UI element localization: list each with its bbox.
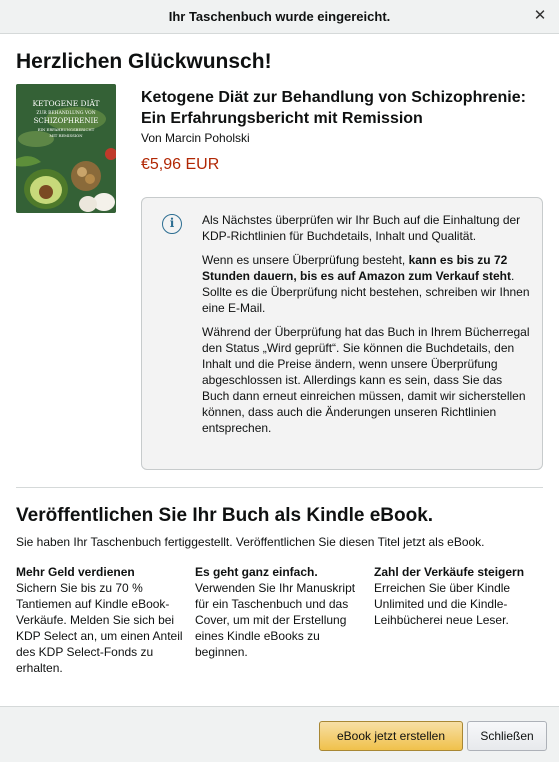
cover-title-line3: SCHIZOPHRENIE bbox=[34, 117, 99, 125]
benefit-column-earn-more: Mehr Geld verdienen Sichern Sie bis zu 7… bbox=[16, 564, 188, 676]
benefit-text: Erreichen Sie über Kindle Unlimited und … bbox=[374, 581, 511, 627]
dialog-title: Ihr Taschenbuch wurde eingereicht. bbox=[168, 9, 391, 24]
benefit-text: Verwenden Sie Ihr Manuskript für ein Tas… bbox=[195, 581, 356, 659]
info-paragraph-2: Wenn es unsere Überprüfung besteht, kann… bbox=[202, 253, 530, 315]
info-paragraph-1: Als Nächstes überprüfen wir Ihr Buch auf… bbox=[202, 213, 521, 243]
close-icon[interactable]: ✕ bbox=[531, 7, 549, 25]
review-info-text: Als Nächstes überprüfen wir Ihr Buch auf… bbox=[202, 212, 532, 444]
benefit-column-sales: Zahl der Verkäufe steigern Erreichen Sie… bbox=[374, 564, 546, 628]
benefit-text: Sichern Sie bis zu 70 % Tantiemen auf Ki… bbox=[16, 581, 183, 675]
publish-ebook-subtitle: Sie haben Ihr Taschenbuch fertiggestellt… bbox=[16, 535, 485, 549]
cover-title-line1: KETOGENE DIÄT bbox=[32, 99, 99, 108]
create-ebook-button[interactable]: eBook jetzt erstellen bbox=[319, 721, 463, 751]
cover-title-line2: ZUR BEHANDLUNG VON bbox=[36, 110, 95, 116]
section-divider bbox=[16, 487, 543, 488]
book-price: €5,96 EUR bbox=[141, 156, 220, 173]
info-icon: i bbox=[162, 214, 182, 234]
cover-title-line4: EIN ERFAHRUNGSBERICHT bbox=[38, 127, 95, 132]
dialog-header: Ihr Taschenbuch wurde eingereicht. ✕ bbox=[0, 0, 559, 34]
info-paragraph-3: Während der Überprüfung hat das Buch in … bbox=[202, 325, 530, 435]
benefit-title: Zahl der Verkäufe steigern bbox=[374, 565, 525, 579]
dialog-footer: eBook jetzt erstellen Schließen bbox=[0, 706, 559, 762]
benefit-column-easy: Es geht ganz einfach. Verwenden Sie Ihr … bbox=[195, 564, 367, 660]
book-title: Ketogene Diät zur Behandlung von Schizop… bbox=[141, 89, 526, 127]
benefit-title: Es geht ganz einfach. bbox=[195, 565, 318, 579]
publish-ebook-heading: Veröffentlichen Sie Ihr Buch als Kindle … bbox=[16, 505, 434, 526]
book-cover-image: KETOGENE DIÄT ZUR BEHANDLUNG VON SCHIZOP… bbox=[16, 84, 116, 213]
book-author: Von Marcin Poholski bbox=[141, 131, 250, 145]
benefit-title: Mehr Geld verdienen bbox=[16, 565, 135, 579]
congratulations-heading: Herzlichen Glückwunsch! bbox=[16, 50, 272, 73]
cover-title-line5: MIT REMISSION bbox=[49, 133, 83, 138]
review-info-box: i Als Nächstes überprüfen wir Ihr Buch a… bbox=[141, 197, 543, 470]
close-button[interactable]: Schließen bbox=[467, 721, 547, 751]
